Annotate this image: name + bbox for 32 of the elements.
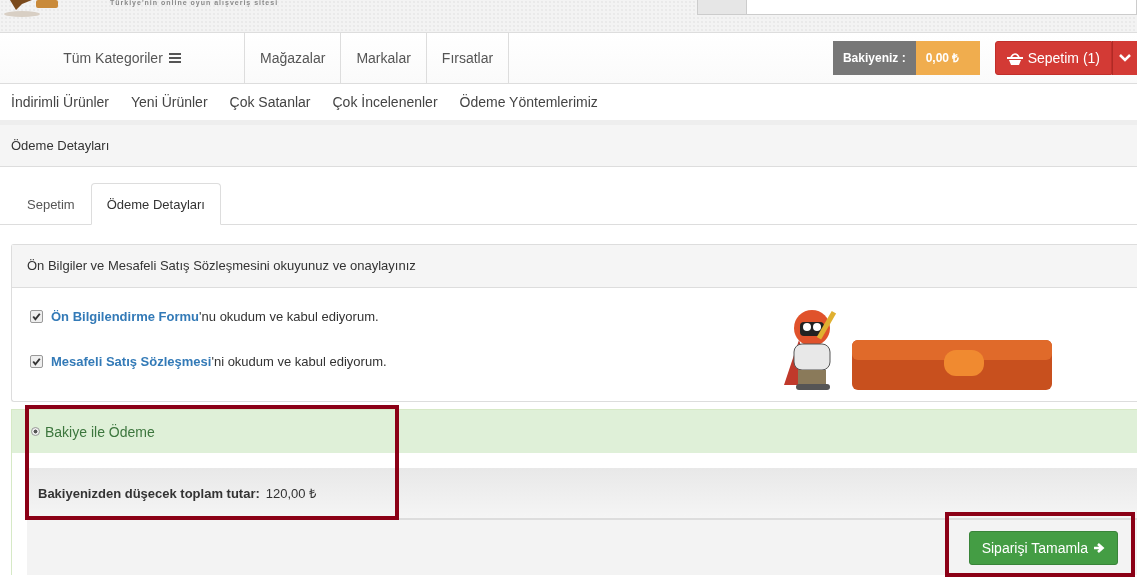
subnav-link[interactable]: Çok Satanlar [218,94,322,110]
search-field[interactable] [697,0,1137,15]
subnav-link[interactable]: Ödeme Yöntemlerimiz [448,94,609,110]
arrow-right-icon [1093,541,1105,554]
balance-value: 0,00 ₺ [915,41,980,75]
chevron-down-icon [1119,54,1131,62]
cart-button[interactable]: Sepetim (1) [994,41,1112,75]
nav-link[interactable]: Fırsatlar [426,33,510,83]
checkbox[interactable] [30,310,43,323]
subnav-link[interactable]: Yeni Ürünler [120,94,219,110]
subnav-link[interactable]: İndirimli Ürünler [0,94,121,110]
tab[interactable]: Sepetim [11,183,91,225]
agreement-link[interactable]: Ön Bilgilendirme Formu [51,309,200,324]
menu-icon [168,53,181,63]
basket-icon [1006,51,1023,65]
agreement-text: Mesafeli Satış Sözleşmesi'ni okudum ve kabul ediyorum. [51,354,387,369]
page-title-bar: Ödeme Detayları [0,125,1137,167]
nav-link[interactable]: Markalar [341,33,427,83]
agreement-link[interactable]: Mesafeli Satış Sözleşmesi [51,354,212,369]
tab[interactable]: Ödeme Detayları [90,183,221,225]
balance-label: Bakiyeniz : [832,41,916,75]
subnav-link[interactable]: Çok İncelenenler [321,94,449,110]
checkbox[interactable] [30,355,43,368]
nav-link[interactable]: Mağazalar [245,33,342,83]
total-label: Bakiyenizden düşecek toplam tutar: [38,485,260,501]
cart-dropdown-button[interactable] [1112,41,1137,75]
panel-heading: Ön Bilgiler ve Mesafeli Satış Sözleşmesini okuyunuz ve onaylayınız [12,245,1137,288]
total-value: 120,00 ₺ [265,485,317,502]
categories-menu[interactable]: Tüm Kategoriler [0,33,245,83]
agreement-text: Ön Bilgilendirme Formu'nu okudum ve kabul ediyorum. [51,309,379,324]
payment-option-label: Bakiye ile Ödeme [45,423,155,440]
radio-button[interactable] [31,427,40,436]
